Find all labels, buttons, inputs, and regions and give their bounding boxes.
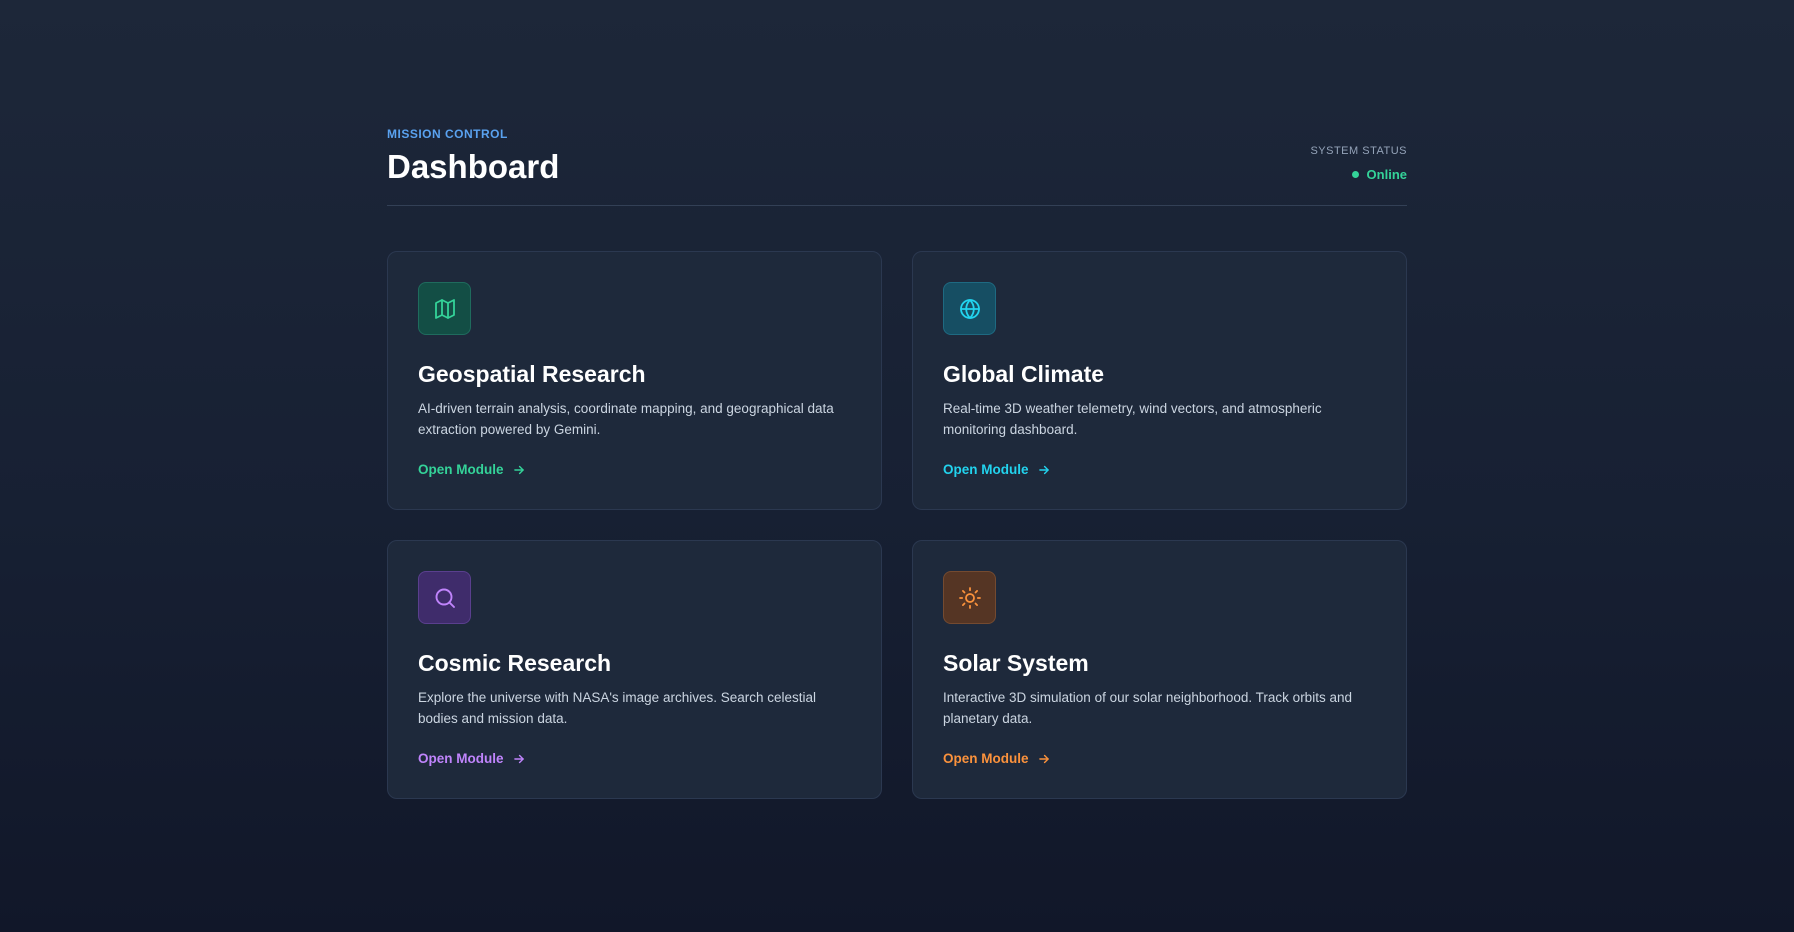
- search-icon: [418, 571, 471, 625]
- system-status-text: Online: [1366, 167, 1407, 183]
- module-description: Interactive 3D simulation of our solar n…: [943, 690, 1352, 727]
- module-description: Explore the universe with NASA's image a…: [418, 690, 817, 727]
- open-module-link[interactable]: Open Module: [418, 462, 526, 477]
- module-description: AI-driven terrain analysis, coordinate m…: [418, 401, 834, 438]
- module-description: Real-time 3D weather telemetry, wind vec…: [943, 401, 1322, 438]
- dashboard-page: MISSION CONTROL Dashboard SYSTEM STATUS …: [387, 127, 1407, 800]
- status-dot-icon: [1351, 171, 1359, 179]
- module-title: Global Climate: [943, 361, 1105, 388]
- system-status-value: Online: [1351, 167, 1407, 183]
- sun-icon: [943, 571, 996, 625]
- arrow-right-icon: [1038, 465, 1049, 474]
- page-title: Dashboard: [387, 148, 560, 185]
- page-eyebrow: MISSION CONTROL: [387, 127, 508, 141]
- module-title: Solar System: [943, 650, 1089, 677]
- module-title: Cosmic Research: [418, 650, 612, 677]
- open-module-link[interactable]: Open Module: [943, 751, 1051, 766]
- module-title: Geospatial Research: [418, 361, 646, 388]
- open-module-link[interactable]: Open Module: [418, 751, 526, 766]
- module-card-solar[interactable]: Solar System Interactive 3D simulation o…: [912, 540, 1407, 800]
- module-card-cosmic[interactable]: Cosmic Research Explore the universe wit…: [387, 540, 882, 800]
- page-header: MISSION CONTROL Dashboard SYSTEM STATUS …: [387, 127, 1407, 207]
- arrow-right-icon: [513, 465, 524, 474]
- map-icon: [418, 282, 471, 336]
- open-module-label: Open Module: [418, 751, 504, 767]
- title-block: MISSION CONTROL Dashboard: [387, 127, 559, 185]
- open-module-link[interactable]: Open Module: [943, 462, 1051, 477]
- arrow-right-icon: [1038, 754, 1049, 763]
- system-status-label: SYSTEM STATUS: [1310, 145, 1407, 158]
- module-grid: Geospatial Research AI-driven terrain an…: [387, 251, 1407, 800]
- open-module-label: Open Module: [943, 462, 1029, 478]
- globe-icon: [943, 282, 996, 336]
- module-card-climate[interactable]: Global Climate Real-time 3D weather tele…: [912, 251, 1407, 511]
- open-module-label: Open Module: [418, 462, 504, 478]
- open-module-label: Open Module: [943, 751, 1029, 767]
- arrow-right-icon: [513, 754, 524, 763]
- system-status: SYSTEM STATUS Online: [1310, 145, 1407, 185]
- module-card-geospatial[interactable]: Geospatial Research AI-driven terrain an…: [387, 251, 882, 511]
